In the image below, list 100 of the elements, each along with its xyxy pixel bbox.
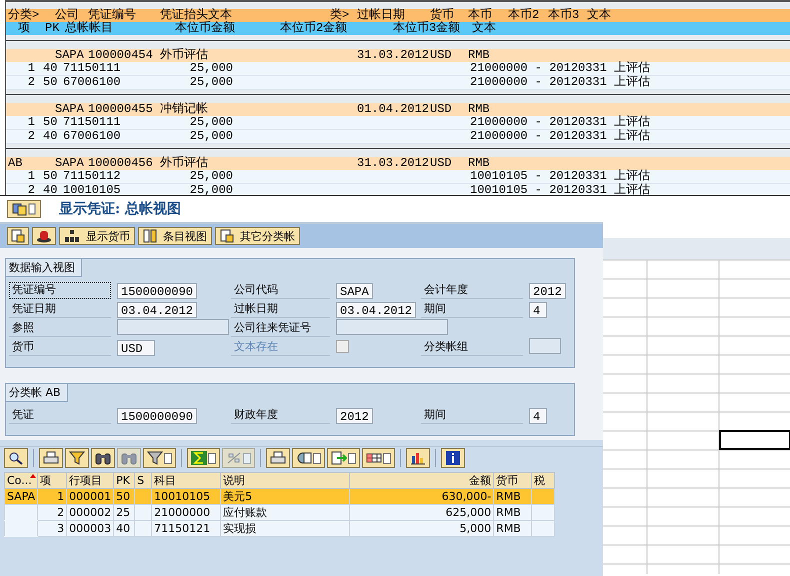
column-header[interactable]: 行项目 — [66, 472, 114, 488]
toolbar-button[interactable]: 其它分类帐 — [215, 227, 300, 245]
info-icon — [445, 451, 461, 465]
field-label: 过帐日期 — [231, 301, 330, 318]
currency-text: USD — [430, 49, 453, 62]
table-cell: 1 — [57, 490, 64, 503]
column-header[interactable]: 货币 — [494, 472, 532, 488]
posting-date: 01.04.2012 — [357, 103, 430, 116]
column-header[interactable]: 税 — [532, 472, 555, 488]
column-header[interactable]: 科目 — [152, 472, 221, 488]
display-toggle-button[interactable] — [7, 200, 41, 218]
dropdown-icon — [164, 452, 172, 464]
toolbar-icon-button[interactable] — [406, 448, 430, 468]
toolbar-icon-button[interactable] — [266, 448, 290, 468]
input-field[interactable]: 4 — [529, 302, 547, 318]
document-number: 100000454 — [88, 49, 154, 62]
input-field[interactable]: 03.04.2012 — [117, 302, 198, 318]
input-field[interactable]: 2012 — [336, 408, 373, 424]
toolbar-icon-button[interactable] — [441, 448, 465, 468]
document-icon — [11, 229, 25, 243]
column-header: 凭证编号 — [88, 9, 137, 22]
dropdown-icon — [243, 452, 251, 464]
table-cell: 000003 — [69, 522, 112, 535]
company-text: SAPA — [55, 103, 85, 116]
field-label: 公司代码 — [231, 282, 330, 299]
toolbar-icon-button[interactable] — [65, 448, 89, 468]
input-field[interactable]: 2012 — [529, 282, 566, 298]
column-header: 本位币3金额 — [393, 22, 462, 35]
toolbar-icon-button[interactable] — [91, 448, 115, 468]
column-header: PK — [45, 22, 60, 35]
input-field[interactable]: USD — [117, 340, 155, 356]
column-header[interactable]: 项 — [38, 472, 67, 488]
column-header: 货币 — [430, 9, 454, 22]
column-header[interactable]: S — [134, 472, 152, 488]
field-label: 参照 — [9, 320, 111, 337]
local-currency-text: RMB — [468, 49, 491, 62]
table-row[interactable]: 2 000002 25 21000000 应付账款 625,000 RMB — [4, 504, 555, 520]
posting-date: 31.03.2012 — [357, 49, 430, 62]
item-number: 2 — [26, 184, 35, 195]
dropdown-icon — [208, 452, 216, 464]
table-cell: SAPA — [7, 490, 36, 503]
table-cell: 3 — [57, 522, 64, 535]
toolbar-icon-button[interactable] — [143, 448, 176, 468]
input-field[interactable]: SAPA — [336, 282, 373, 298]
input-field[interactable]: 1500000090 — [117, 282, 198, 298]
column-header[interactable]: Co... — [4, 472, 38, 488]
document-button[interactable] — [7, 227, 29, 245]
item-text: 21000000 - 20120331 上评估 — [470, 130, 650, 143]
subtotal-icon — [226, 451, 242, 465]
hat-button[interactable] — [32, 227, 56, 245]
item-number: 1 — [26, 62, 35, 75]
field-label: 凭证编号 — [9, 282, 111, 299]
input-field[interactable] — [529, 338, 561, 354]
table-cell: 实现损 — [223, 522, 256, 535]
header-text: 冲销记帐 — [160, 103, 209, 116]
toolbar-icon-button[interactable] — [39, 448, 63, 468]
table-row[interactable]: 3 000003 40 71150121 实现损 5,000 RMB — [4, 520, 555, 536]
item-number: 2 — [26, 130, 35, 143]
posting-key: 40 — [43, 130, 63, 143]
column-header[interactable]: 金额 — [350, 472, 494, 488]
document-icon — [220, 229, 234, 243]
column-header[interactable]: 说明 — [220, 472, 350, 488]
company-text: SAPA — [55, 157, 85, 170]
header-text: 外币评估 — [160, 157, 209, 170]
binoculars-icon — [95, 451, 111, 465]
column-header: 本币2 — [508, 9, 540, 22]
column-header: 本位币2金额 — [280, 22, 348, 35]
bar-chart-icon — [410, 451, 426, 465]
table-cell: 50 — [116, 490, 130, 503]
column-header: 分类> — [8, 9, 40, 22]
account-number: 10010105 — [63, 184, 122, 195]
amount-text: 25,000 — [188, 130, 233, 143]
input-field[interactable] — [336, 319, 448, 335]
amount-text: 25,000 — [188, 116, 233, 129]
account-number: 71150112 — [63, 170, 122, 183]
dropdown-icon — [348, 452, 356, 464]
table-cell: RMB — [496, 506, 521, 519]
table-row[interactable]: SAPA 1 000001 50 10010105 美元5 630,000- RMB — [4, 488, 555, 504]
toolbar-icon-button[interactable] — [292, 448, 325, 468]
table-cell: 21000000 — [154, 506, 210, 519]
table-cell: 000002 — [69, 506, 112, 519]
funnel-icon — [69, 451, 85, 465]
field-label: 期间 — [421, 407, 523, 424]
toolbar-icon-button[interactable] — [362, 448, 395, 468]
input-field[interactable]: 1500000090 — [117, 408, 198, 424]
toolbar-icon-button[interactable] — [4, 448, 28, 468]
input-field[interactable] — [117, 319, 229, 335]
binoculars-icon — [121, 451, 137, 465]
input-field[interactable]: 03.04.2012 — [336, 302, 416, 318]
views-icon — [296, 451, 312, 465]
toolbar-icon-button[interactable] — [327, 448, 360, 468]
input-field[interactable]: 4 — [529, 408, 547, 424]
column-header[interactable]: PK — [114, 472, 135, 488]
column-header: 本币 — [468, 9, 492, 22]
toolbar-button[interactable]: 显示货币 — [59, 227, 135, 245]
printer-icon — [43, 451, 59, 465]
item-number: 2 — [26, 76, 35, 89]
posting-key: 40 — [43, 62, 63, 75]
toolbar-button[interactable]: 条目视图 — [138, 227, 212, 245]
amount-text: 25,000 — [188, 184, 233, 195]
